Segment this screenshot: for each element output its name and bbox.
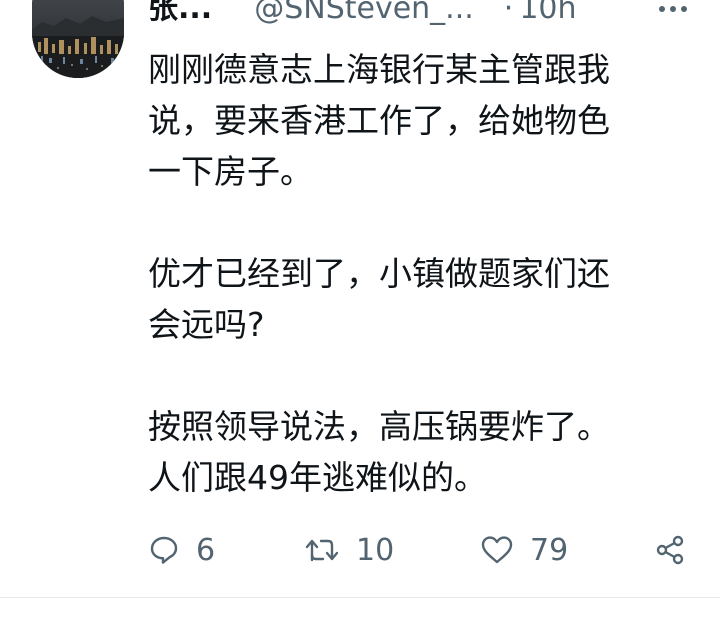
share-button[interactable] bbox=[654, 528, 686, 572]
avatar[interactable] bbox=[32, 0, 124, 78]
avatar-city-night-image bbox=[32, 0, 124, 78]
tweet-line: 一下房子。 bbox=[148, 152, 313, 191]
retweet-button[interactable]: 10 bbox=[304, 528, 394, 572]
retweet-count: 10 bbox=[356, 532, 395, 568]
like-button[interactable]: 79 bbox=[480, 528, 568, 572]
tweet-paragraph: 按照领导说法，高压锅要炸了。 人们跟49年逃难似的。 bbox=[148, 401, 688, 503]
more-options-button[interactable] bbox=[658, 0, 688, 12]
tweet-line: 人们跟49年逃难似的。 bbox=[148, 458, 487, 497]
tweet-line: 说，要来香港工作了，给她物色 bbox=[148, 101, 610, 140]
tweet[interactable]: 张... @SNSteven_... · 10h 刚刚德意志上海银行某主管跟我 … bbox=[0, 0, 720, 619]
header-separator: · bbox=[503, 0, 514, 26]
tweet-line: 刚刚德意志上海银行某主管跟我 bbox=[148, 50, 610, 89]
reply-count: 6 bbox=[196, 532, 216, 568]
reply-button[interactable]: 6 bbox=[148, 528, 215, 572]
like-count: 79 bbox=[530, 532, 569, 568]
author-name[interactable]: 张... bbox=[148, 0, 212, 32]
share-icon bbox=[656, 535, 684, 565]
reply-bubble-icon bbox=[150, 536, 178, 564]
tweet-text: 刚刚德意志上海银行某主管跟我 说，要来香港工作了，给她物色 一下房子。 优才已经… bbox=[148, 44, 688, 503]
heart-icon bbox=[481, 536, 513, 564]
tweet-paragraph: 优才已经到了，小镇做题家们还 会远吗? bbox=[148, 248, 688, 350]
tweet-paragraph: 刚刚德意志上海银行某主管跟我 说，要来香港工作了，给她物色 一下房子。 bbox=[148, 44, 688, 197]
tweet-line: 优才已经到了，小镇做题家们还 bbox=[148, 254, 610, 293]
tweet-timestamp[interactable]: 10h bbox=[519, 0, 576, 32]
more-horizontal-icon bbox=[659, 6, 687, 12]
tweet-divider bbox=[0, 597, 720, 598]
retweet-icon bbox=[305, 539, 339, 562]
author-handle[interactable]: @SNSteven_... bbox=[254, 0, 474, 32]
tweet-actions-bar: 6 10 79 bbox=[148, 528, 688, 572]
tweet-line: 会远吗? bbox=[148, 305, 265, 344]
tweet-line: 按照领导说法，高压锅要炸了。 bbox=[148, 407, 610, 446]
tweet-header: 张... @SNSteven_... · 10h bbox=[148, 0, 698, 32]
